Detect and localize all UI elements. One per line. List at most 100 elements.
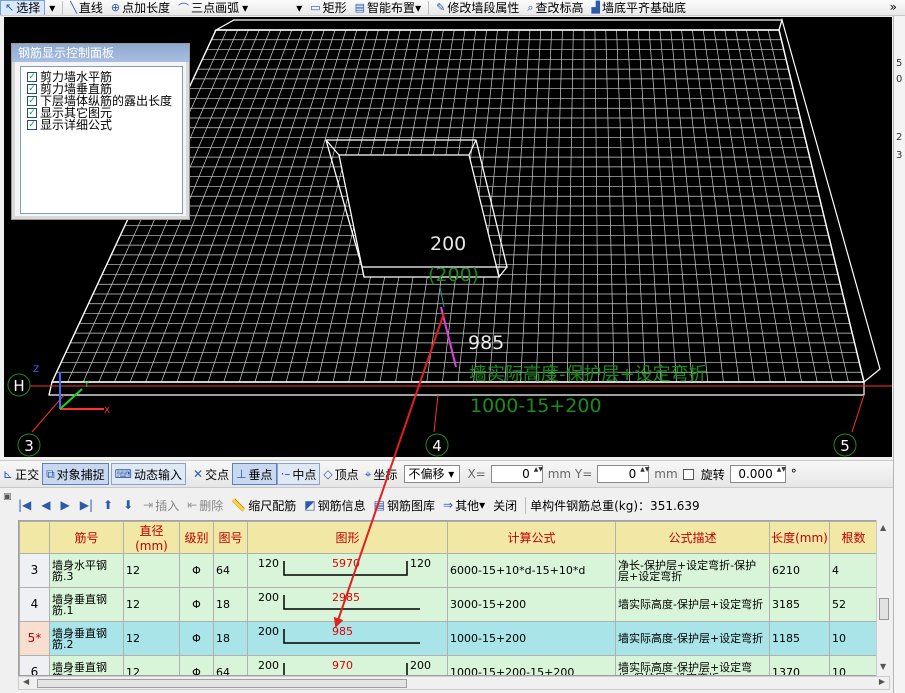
column-header-diameter[interactable]: 直径(mm): [123, 521, 180, 554]
fig-no-cell[interactable]: 64: [213, 553, 248, 588]
intersection-snap-button[interactable]: ✕ 交点: [190, 463, 232, 485]
line-tool-button[interactable]: ╲ 直线: [66, 0, 107, 15]
column-header-length[interactable]: 长度(mm): [769, 521, 830, 554]
fig-no-cell[interactable]: 64: [213, 655, 248, 675]
checkbox-checked-icon[interactable]: ✓: [27, 96, 37, 106]
shape-cell[interactable]: 200 985: [247, 621, 448, 656]
shape-cell[interactable]: 120 5970 120: [247, 553, 448, 588]
fig-no-cell[interactable]: 18: [213, 621, 248, 656]
scroll-up-icon[interactable]: ▲: [880, 523, 886, 532]
last-record-button[interactable]: ▶|: [76, 498, 99, 512]
check-elevation-button[interactable]: ⌕ 查改标高: [523, 0, 587, 16]
row-index[interactable]: 4: [19, 587, 50, 622]
description-cell[interactable]: 墙实际高度-保护层+设定弯折-保护层+设定弯折: [615, 655, 770, 675]
arc-dropdown-icon[interactable]: ▾: [242, 1, 248, 15]
checkbox-checked-icon[interactable]: ✓: [27, 120, 37, 130]
column-header-shape[interactable]: 图形: [247, 521, 448, 554]
select-dropdown-icon[interactable]: ▾: [45, 0, 59, 15]
scroll-down-icon[interactable]: ▼: [880, 662, 886, 671]
smart-layout-button[interactable]: ▤ 智能布置 ▾: [351, 0, 425, 16]
rotate-angle-input[interactable]: 0.000: [729, 465, 786, 483]
formula-cell[interactable]: 6000-15+10*d-15+10*d: [447, 553, 616, 588]
scroll-right-icon[interactable]: ▶: [879, 677, 885, 686]
arc-tool-button[interactable]: ⌒ 三点画弧 ▾: [174, 0, 252, 16]
vertex-snap-button[interactable]: ◇ 顶点: [320, 463, 361, 485]
wall-bottom-button[interactable]: ▟ 墙底平齐基础底: [588, 0, 690, 15]
checkbox-row-detailed-formula[interactable]: ✓ 显示详细公式: [27, 119, 182, 131]
diameter-cell[interactable]: 12: [123, 553, 180, 588]
scale-rebar-button[interactable]: 📏 缩尺配筋: [227, 497, 300, 514]
rect-dropdown-icon[interactable]: ▾: [292, 0, 306, 15]
grade-cell[interactable]: Φ: [179, 621, 214, 656]
diameter-cell[interactable]: 12: [123, 621, 180, 656]
scroll-thumb[interactable]: [37, 679, 407, 688]
panel-grip-icon[interactable]: ▣: [3, 492, 12, 502]
dynamic-input-button[interactable]: ⌨ 动态输入: [110, 463, 187, 485]
scroll-left-icon[interactable]: ◀: [23, 677, 29, 686]
select-tool-button[interactable]: ↖ 选择: [0, 0, 46, 15]
table-row[interactable]: 5* 墙身垂直钢筋.2 12 Φ 18 200 985 1000-15+200 墙实际高度-保护…: [19, 621, 878, 656]
bar-name-cell[interactable]: 墙身垂直钢筋.2: [49, 621, 124, 656]
table-row[interactable]: 4 墙身垂直钢筋.1 12 Φ 18 200 2985 3000-15+200 墙实际高度-保护…: [19, 587, 878, 622]
diameter-cell[interactable]: 12: [123, 587, 180, 622]
rebar-library-button[interactable]: ▤ 钢筋图库: [370, 497, 439, 514]
table-vertical-scrollbar[interactable]: ▲ ▼: [876, 520, 890, 676]
column-header-count[interactable]: 根数: [829, 521, 878, 554]
insert-button[interactable]: ⇥ 插入: [139, 497, 183, 514]
checkbox-checked-icon[interactable]: ✓: [27, 84, 37, 94]
formula-cell[interactable]: 3000-15+200: [447, 587, 616, 622]
bar-name-cell[interactable]: 墙身垂直钢筋.1: [49, 587, 124, 622]
formula-cell[interactable]: 1000-15+200-15+200: [447, 655, 616, 675]
formula-cell[interactable]: 1000-15+200: [447, 621, 616, 656]
delete-button[interactable]: ⇤ 删除: [183, 497, 227, 514]
object-snap-button[interactable]: ⧉ 对象捕捉: [42, 463, 109, 485]
shape-cell[interactable]: 200 2985: [247, 587, 448, 622]
midpoint-snap-button[interactable]: ·– 中点: [276, 463, 321, 485]
next-record-button[interactable]: ▶: [57, 498, 76, 512]
length-cell[interactable]: 6210: [769, 553, 830, 588]
offset-select[interactable]: 不偏移 ▾: [404, 465, 461, 483]
count-cell[interactable]: 10: [829, 621, 878, 656]
column-header-fig-no[interactable]: 图号: [213, 521, 248, 554]
move-down-button[interactable]: ⬇: [119, 498, 139, 512]
length-cell[interactable]: 3185: [769, 587, 830, 622]
modify-wall-button[interactable]: ✎ 修改墙段属性: [432, 0, 523, 15]
column-header-description[interactable]: 公式描述: [615, 521, 770, 554]
checkbox-checked-icon[interactable]: ✓: [27, 108, 37, 118]
rect-tool-button[interactable]: ▭ 矩形: [306, 0, 350, 15]
scroll-thumb[interactable]: [879, 598, 889, 620]
description-cell[interactable]: 净长-保护层+设定弯折-保护层+设定弯折: [615, 553, 770, 588]
description-cell[interactable]: 墙实际高度-保护层+设定弯折: [615, 621, 770, 656]
perpendicular-snap-button[interactable]: ⊥ 垂点: [232, 463, 277, 485]
length-cell[interactable]: 1185: [769, 621, 830, 656]
diameter-cell[interactable]: 12: [123, 655, 180, 675]
row-index[interactable]: 3: [19, 553, 50, 588]
column-header-formula[interactable]: 计算公式: [447, 521, 616, 554]
coordinate-snap-button[interactable]: ⌖ 坐标: [362, 463, 401, 485]
table-row[interactable]: 3 墙身水平钢筋.3 12 Φ 64 120 5970 120 6000-15+10*d-15+…: [19, 553, 878, 588]
x-coordinate-input[interactable]: 0: [490, 465, 543, 483]
move-up-button[interactable]: ⬆: [99, 498, 119, 512]
prev-record-button[interactable]: ◀: [37, 498, 56, 512]
column-header-bar-no[interactable]: 筋号: [49, 521, 124, 554]
row-index[interactable]: 6: [19, 655, 50, 675]
count-cell[interactable]: 4: [829, 553, 878, 588]
toolbar-overflow-button[interactable]: »: [890, 0, 897, 14]
column-header-grade[interactable]: 级别: [179, 521, 214, 554]
bar-name-cell[interactable]: 墙身水平钢筋.3: [49, 553, 124, 588]
rotate-checkbox[interactable]: [682, 468, 694, 480]
other-menu-button[interactable]: ⇒ 其他 ▾: [439, 497, 489, 514]
checkbox-checked-icon[interactable]: ✓: [27, 72, 37, 82]
table-row[interactable]: 6墙身垂直钢筋.312Φ642009702001000-15+200-15+20…: [19, 655, 878, 675]
grade-cell[interactable]: Φ: [179, 655, 214, 675]
rebar-info-button[interactable]: ◩ 钢筋信息: [300, 497, 369, 514]
shape-cell[interactable]: 200 970 200: [247, 655, 448, 675]
first-record-button[interactable]: |◀: [14, 498, 37, 512]
bar-name-cell[interactable]: 墙身垂直钢筋.3: [49, 655, 124, 675]
smart-layout-dropdown-icon[interactable]: ▾: [415, 1, 421, 15]
close-panel-button[interactable]: 关闭: [489, 497, 521, 514]
count-cell[interactable]: 52: [829, 587, 878, 622]
count-cell[interactable]: 10: [829, 655, 878, 675]
table-horizontal-scrollbar[interactable]: ◀ ▶: [18, 676, 890, 690]
length-cell[interactable]: 1370: [769, 655, 830, 675]
